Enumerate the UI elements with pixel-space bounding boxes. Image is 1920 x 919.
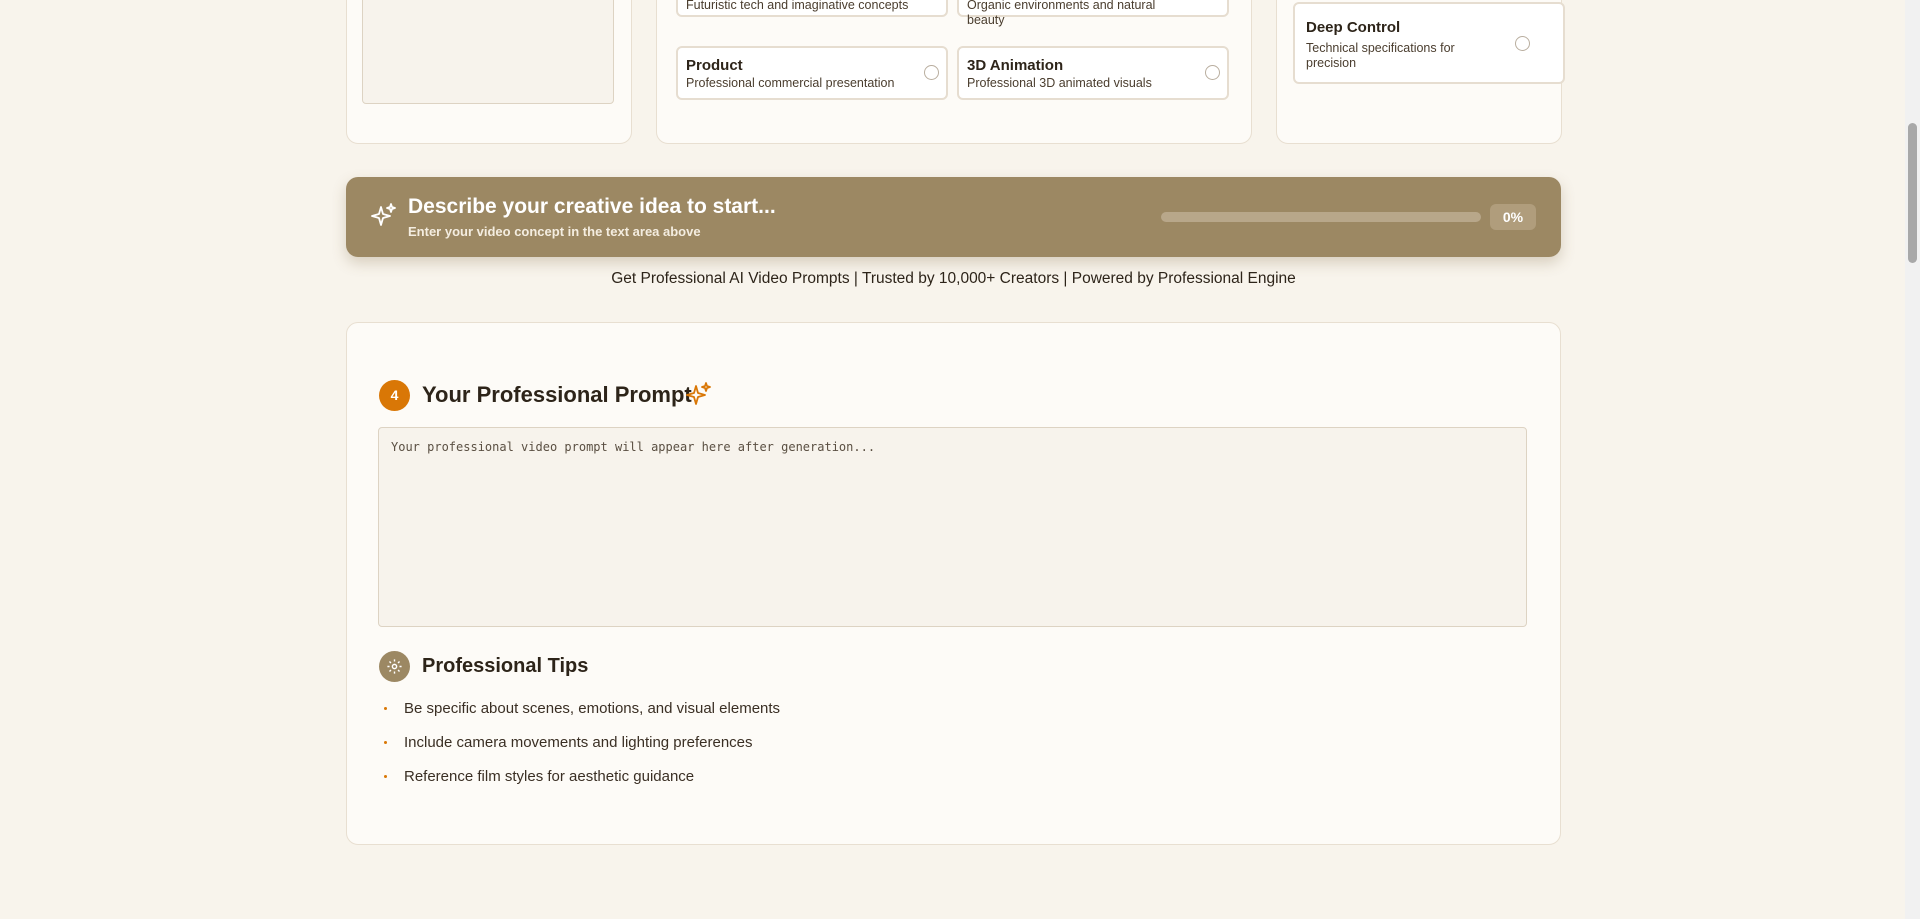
control-radio[interactable] (1515, 36, 1530, 51)
page-scrollbar[interactable] (1905, 0, 1920, 919)
style-option-futuristic[interactable]: Futuristic tech and imaginative concepts (676, 0, 948, 17)
bullet-icon (384, 741, 387, 744)
progress-percent: 0% (1490, 204, 1536, 230)
sparkles-icon (686, 382, 711, 405)
tagline: Get Professional AI Video Prompts | Trus… (611, 270, 1296, 287)
control-option-title: Deep Control (1306, 19, 1401, 36)
generate-banner[interactable]: Describe your creative idea to start... … (346, 177, 1561, 257)
idea-panel (346, 0, 632, 144)
progress-bar (1161, 212, 1481, 222)
sparkles-icon (371, 203, 396, 226)
tips-list: Be specific about scenes, emotions, and … (379, 699, 780, 801)
gear-icon (387, 659, 402, 674)
step-badge: 4 (379, 380, 410, 411)
tips-badge (379, 651, 410, 682)
bullet-icon (384, 707, 387, 710)
scrollbar-thumb[interactable] (1908, 123, 1917, 263)
page: Futuristic tech and imaginative concepts… (0, 0, 1920, 919)
style-radio[interactable] (924, 65, 939, 80)
control-option-desc: Technical specifications for precision (1306, 41, 1455, 70)
style-option-3d-animation[interactable]: 3D Animation Professional 3D animated vi… (957, 46, 1229, 100)
tip-text: Reference film styles for aesthetic guid… (404, 768, 695, 785)
prompt-card: 4 Your Professional Prompt Professional … (346, 322, 1561, 845)
tip-item: Include camera movements and lighting pr… (379, 733, 780, 767)
idea-textarea[interactable] (362, 0, 614, 104)
style-option-desc: Organic environments and natural beauty (967, 0, 1156, 27)
tips-title: Professional Tips (422, 655, 589, 677)
style-panel: Futuristic tech and imaginative concepts… (656, 0, 1252, 144)
style-option-desc: Professional 3D animated visuals (967, 76, 1152, 90)
control-panel: Deep Control Technical specifications fo… (1276, 0, 1565, 144)
tip-item: Reference film styles for aesthetic guid… (379, 767, 780, 801)
control-option-deep[interactable]: Deep Control Technical specifications fo… (1293, 2, 1565, 84)
style-option-title: 3D Animation (967, 57, 1064, 74)
banner-subtitle: Enter your video concept in the text are… (408, 224, 701, 239)
section-title: Your Professional Prompt (422, 382, 692, 407)
tip-text: Include camera movements and lighting pr… (404, 734, 753, 751)
style-option-product[interactable]: Product Professional commercial presenta… (676, 46, 948, 100)
tip-text: Be specific about scenes, emotions, and … (404, 700, 781, 717)
style-option-desc: Futuristic tech and imaginative concepts (686, 0, 909, 12)
bullet-icon (384, 775, 387, 778)
prompt-output[interactable] (378, 427, 1527, 627)
style-option-nature[interactable]: Organic environments and natural beauty (957, 0, 1229, 27)
tip-item: Be specific about scenes, emotions, and … (379, 699, 780, 733)
banner-title: Describe your creative idea to start... (408, 195, 776, 218)
style-radio[interactable] (1205, 65, 1220, 80)
style-option-title: Product (686, 57, 743, 74)
style-option-desc: Professional commercial presentation (686, 76, 895, 90)
